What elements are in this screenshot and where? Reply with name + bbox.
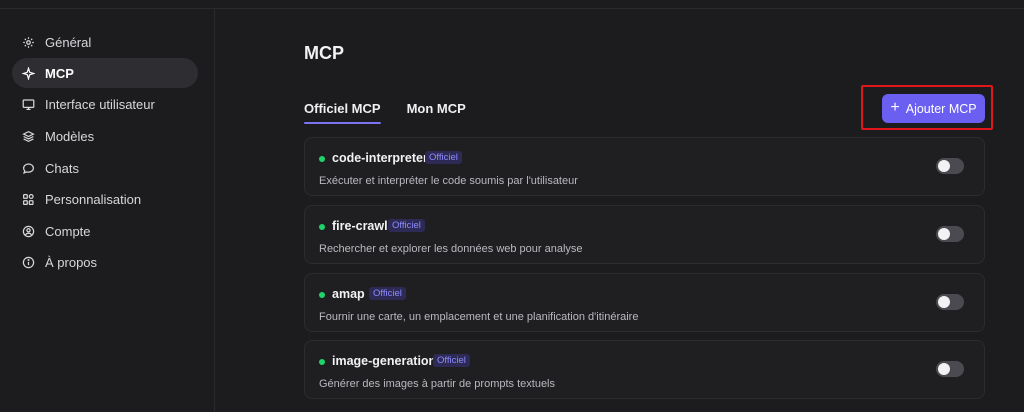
sidebar-item-label: Général — [45, 34, 92, 50]
mcp-name: fire-crawl — [332, 219, 388, 233]
sparkle-icon — [22, 66, 35, 80]
user-circle-icon — [22, 225, 35, 238]
mcp-description: Rechercher et explorer les données web p… — [319, 243, 583, 255]
sidebar-item-general[interactable]: Général — [12, 27, 198, 57]
tab-my-mcp[interactable]: Mon MCP — [407, 101, 466, 124]
page-title: MCP — [304, 43, 344, 63]
monitor-icon — [22, 98, 35, 111]
sidebar-item-label: À propos — [45, 254, 98, 270]
sidebar-item-models[interactable]: Modèles — [12, 121, 198, 151]
grid-icon — [22, 193, 35, 206]
mcp-description: Générer des images à partir de prompts t… — [319, 378, 556, 390]
toggle-knob — [938, 228, 950, 240]
mcp-description: Fournir une carte, un emplacement et une… — [319, 311, 639, 323]
mcp-toggle[interactable] — [936, 294, 964, 310]
status-dot — [319, 292, 325, 298]
sidebar-item-chats[interactable]: Chats — [12, 153, 198, 183]
mcp-name: code-interpreter — [332, 151, 428, 165]
sidebar: Général MCP Interface utilisateur Modèle… — [0, 9, 215, 412]
official-badge: Officiel — [369, 287, 406, 300]
sidebar-item-interface[interactable]: Interface utilisateur — [12, 89, 198, 119]
add-mcp-label: Ajouter MCP — [905, 101, 977, 116]
status-dot — [319, 224, 325, 230]
mcp-toggle[interactable] — [936, 158, 964, 174]
official-badge: Officiel — [425, 151, 462, 164]
mcp-card-fire-crawl: fire-crawl Officiel Rechercher et explor… — [304, 205, 985, 264]
tab-official-mcp[interactable]: Officiel MCP — [304, 101, 381, 124]
chat-icon — [22, 162, 35, 175]
settings-window: Général MCP Interface utilisateur Modèle… — [0, 0, 1024, 412]
mcp-toggle[interactable] — [936, 361, 964, 377]
sidebar-item-label: Modèles — [45, 128, 95, 144]
add-mcp-button[interactable]: + Ajouter MCP — [882, 94, 985, 123]
main-panel: MCP Officiel MCP Mon MCP + Ajouter MCP c… — [216, 9, 1024, 412]
layers-icon — [22, 130, 35, 143]
sidebar-item-about[interactable]: À propos — [12, 247, 198, 277]
sidebar-item-label: Interface utilisateur — [45, 96, 155, 112]
sidebar-item-label: MCP — [45, 65, 74, 81]
plus-icon: + — [890, 99, 900, 116]
sidebar-item-label: Compte — [45, 223, 91, 239]
toggle-knob — [938, 363, 950, 375]
mcp-name: amap — [332, 287, 365, 301]
sidebar-item-personalization[interactable]: Personnalisation — [12, 184, 198, 214]
sidebar-item-label: Chats — [45, 160, 79, 176]
toggle-knob — [938, 296, 950, 308]
mcp-card-image-generation: image-generation Officiel Générer des im… — [304, 340, 985, 399]
toggle-knob — [938, 160, 950, 172]
sidebar-item-account[interactable]: Compte — [12, 216, 198, 246]
mcp-card-amap: amap Officiel Fournir une carte, un empl… — [304, 273, 985, 332]
status-dot — [319, 156, 325, 162]
mcp-toggle[interactable] — [936, 226, 964, 242]
sidebar-item-mcp[interactable]: MCP — [12, 58, 198, 88]
official-badge: Officiel — [433, 354, 470, 367]
mcp-card-code-interpreter: code-interpreter Officiel Exécuter et in… — [304, 137, 985, 196]
sidebar-item-label: Personnalisation — [45, 191, 142, 207]
status-dot — [319, 359, 325, 365]
info-icon — [22, 256, 35, 269]
mcp-name: image-generation — [332, 354, 437, 368]
official-badge: Officiel — [388, 219, 425, 232]
tab-bar: Officiel MCP Mon MCP — [304, 101, 466, 124]
mcp-description: Exécuter et interpréter le code soumis p… — [319, 175, 578, 187]
gear-icon — [22, 36, 35, 49]
